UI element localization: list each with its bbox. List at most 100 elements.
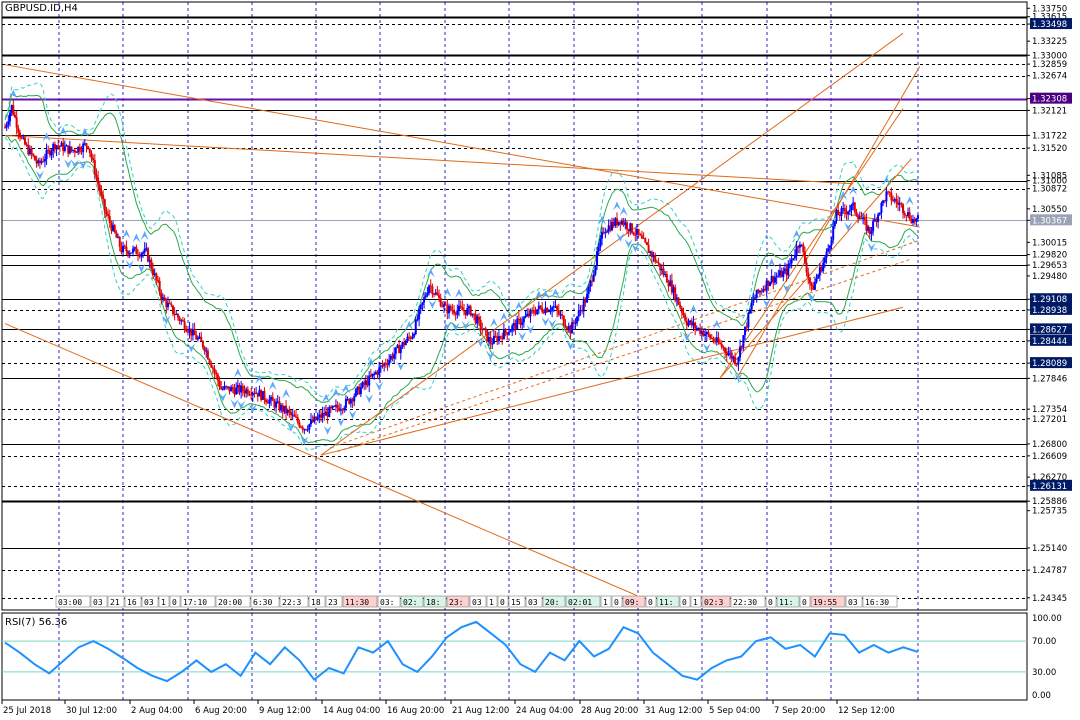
candle-body bbox=[917, 215, 919, 219]
fractal-down-arrow bbox=[486, 351, 495, 361]
fractal-up-arrow bbox=[619, 206, 628, 216]
trendline bbox=[4, 323, 638, 597]
candle-body bbox=[378, 367, 381, 375]
candle-body bbox=[92, 158, 95, 161]
candle-body bbox=[890, 192, 893, 201]
candle-body bbox=[837, 210, 840, 216]
fractal-down-arrow bbox=[541, 317, 550, 327]
candle-body bbox=[132, 248, 135, 253]
candle-body bbox=[231, 387, 234, 390]
candle-body bbox=[597, 247, 600, 252]
price-label: 1.33225 bbox=[1032, 37, 1067, 47]
candle-body bbox=[384, 363, 387, 365]
candle-body bbox=[645, 242, 648, 246]
candle-body bbox=[353, 396, 356, 402]
candle-body bbox=[895, 199, 898, 202]
candle-body bbox=[107, 214, 110, 216]
candle-body bbox=[587, 286, 590, 294]
candle-body bbox=[750, 302, 753, 310]
candle-body bbox=[744, 326, 747, 336]
candle-body bbox=[103, 199, 106, 212]
candle-body bbox=[206, 350, 209, 360]
candle-body bbox=[640, 235, 643, 239]
candle-body bbox=[880, 202, 883, 213]
session-label: 0 bbox=[500, 598, 505, 607]
envelope-upper bbox=[4, 82, 919, 398]
candle-body bbox=[790, 259, 793, 264]
candle-body bbox=[221, 388, 224, 390]
candle-body bbox=[208, 359, 211, 363]
candle-body bbox=[70, 146, 73, 151]
candle-body bbox=[394, 347, 397, 354]
candle-body bbox=[5, 124, 8, 128]
candle-body bbox=[265, 399, 268, 403]
candle-body bbox=[115, 232, 118, 238]
candle-body bbox=[211, 367, 214, 369]
candle-body bbox=[574, 322, 577, 324]
candle-body bbox=[727, 353, 730, 356]
candle-body bbox=[43, 158, 46, 162]
candle-body bbox=[113, 225, 116, 233]
price-label: 1.24345 bbox=[1032, 594, 1067, 604]
candle-body bbox=[521, 322, 524, 325]
session-label: 16:30 bbox=[865, 598, 889, 607]
candle-body bbox=[135, 247, 138, 255]
candle-body bbox=[328, 407, 331, 417]
candle-body bbox=[95, 174, 98, 178]
fractal-up-arrow bbox=[426, 268, 435, 278]
candle-body bbox=[171, 305, 174, 314]
rsi-axis-label: 30.00 bbox=[1032, 668, 1056, 678]
candle-body bbox=[246, 389, 249, 395]
session-label: 0 bbox=[614, 598, 619, 607]
candle-body bbox=[30, 148, 33, 154]
candle-body bbox=[855, 211, 858, 216]
candle-body bbox=[12, 105, 15, 115]
price-label: 1.28938 bbox=[1032, 306, 1067, 316]
candle-body bbox=[155, 273, 158, 281]
session-label: 11: bbox=[659, 598, 673, 607]
candle-body bbox=[439, 297, 442, 307]
fractal-up-arrow bbox=[268, 381, 277, 391]
candle-body bbox=[825, 251, 828, 258]
chart-canvas[interactable]: 03:00 03 21 16 03 1 0 17:10 20:00 6:30 22:3 18 23 11:… bbox=[0, 0, 1080, 720]
candle-body bbox=[73, 150, 76, 153]
fractal-down-arrow bbox=[323, 425, 332, 435]
time-label: 12 Sep 12:00 bbox=[838, 706, 895, 716]
fractal-arrows bbox=[9, 89, 914, 446]
session-label: 6:30 bbox=[253, 598, 272, 607]
candle-body bbox=[742, 335, 745, 348]
candle-body bbox=[140, 253, 143, 257]
candle-body bbox=[576, 316, 579, 323]
candle-body bbox=[657, 262, 660, 264]
grid-layer bbox=[1, 2, 919, 700]
session-label: 0 bbox=[648, 598, 653, 607]
time-label: 9 Aug 12:00 bbox=[259, 706, 311, 716]
fractal-down-arrow bbox=[807, 293, 816, 303]
candle-body bbox=[586, 293, 589, 303]
session-label: 0 bbox=[768, 598, 773, 607]
price-label: 1.32674 bbox=[1032, 72, 1067, 82]
time-label: 31 Aug 12:00 bbox=[645, 706, 702, 716]
fractal-up-arrow bbox=[132, 233, 141, 243]
candle-body bbox=[424, 295, 427, 298]
candle-body bbox=[541, 307, 544, 312]
time-label: 6 Aug 20:00 bbox=[195, 706, 247, 716]
candle-body bbox=[511, 325, 514, 331]
candle-body bbox=[461, 307, 464, 311]
fractal-up-arrow bbox=[405, 321, 414, 331]
candle-body bbox=[404, 341, 407, 346]
session-label: 16 bbox=[127, 598, 137, 607]
candle-body bbox=[418, 309, 421, 320]
candle-body bbox=[466, 308, 469, 315]
candle-body bbox=[433, 294, 436, 296]
candle-body bbox=[359, 387, 362, 395]
session-label: 03 bbox=[144, 598, 154, 607]
candle-body bbox=[734, 356, 737, 364]
candle-body bbox=[93, 160, 96, 175]
candle-body bbox=[428, 285, 431, 294]
trendline bbox=[4, 135, 854, 185]
candle-body bbox=[181, 320, 184, 322]
candle-body bbox=[915, 218, 918, 222]
price-label: 1.31722 bbox=[1032, 131, 1067, 141]
candle-body bbox=[687, 322, 690, 326]
